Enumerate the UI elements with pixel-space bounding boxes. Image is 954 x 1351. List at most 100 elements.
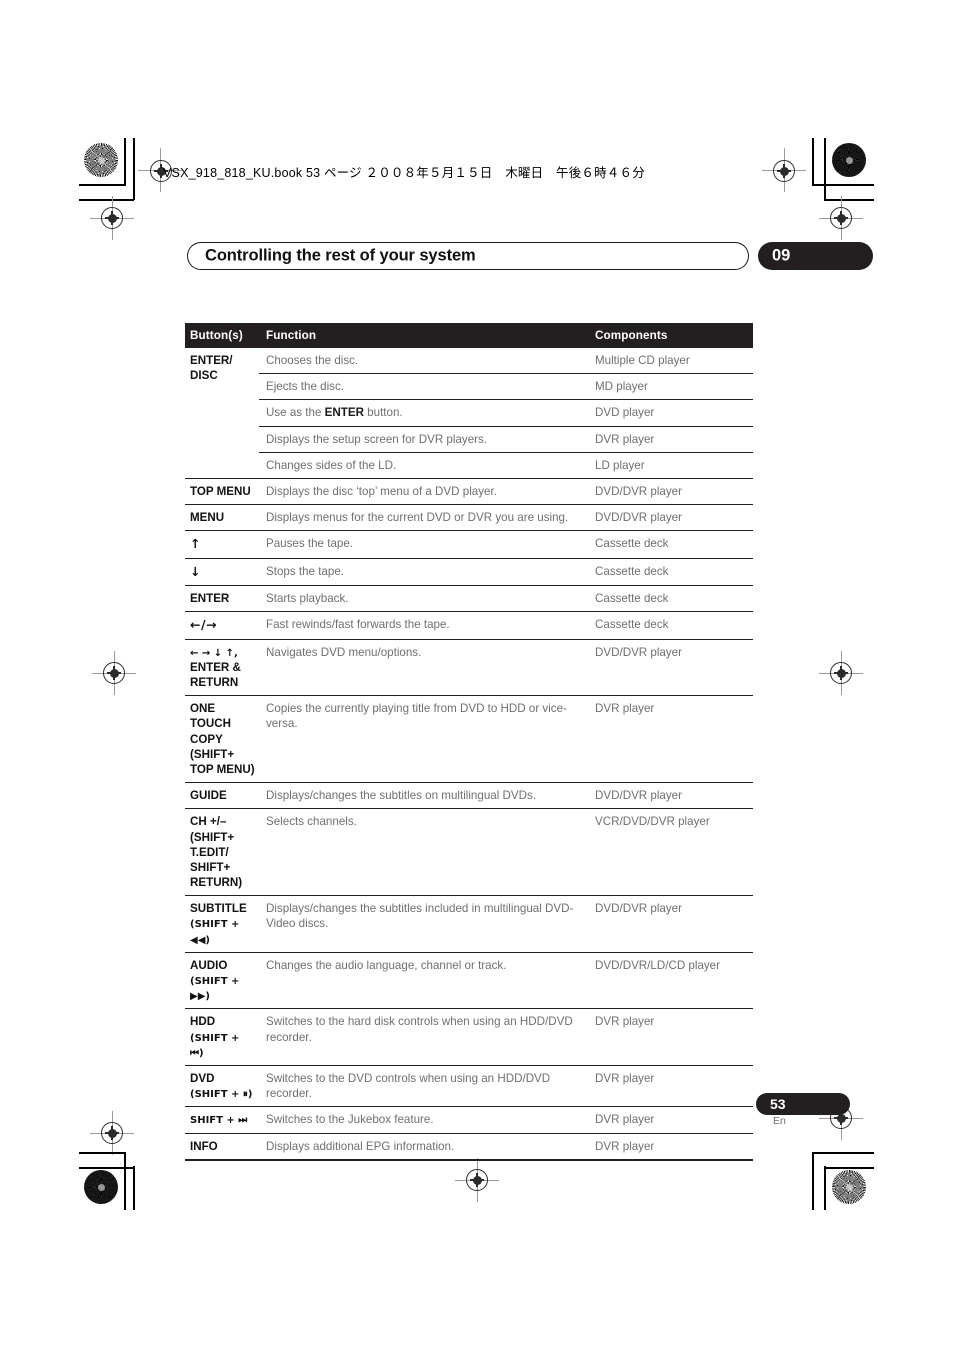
- cell-button-label: ↑: [185, 530, 259, 559]
- cell-components-text: VCR/DVD/DVR player: [589, 808, 753, 896]
- cell-button-label: GUIDE: [185, 782, 259, 809]
- trim-mark-top-right-v2: [824, 138, 826, 200]
- registration-dot: [779, 166, 789, 176]
- button-glyph: ←/→: [190, 617, 218, 633]
- inline-emphasis: ENTER: [324, 406, 364, 420]
- cell-button-label: ONE TOUCH COPY (SHIFT+ TOP MENU): [185, 695, 259, 783]
- trim-mark-top-left-v2: [133, 138, 135, 200]
- column-header-function: Function: [259, 323, 589, 348]
- trim-mark-top-left-v1: [124, 138, 126, 186]
- button-glyph: (SHIFT + ◀◀): [190, 919, 240, 946]
- cell-components-text: DVR player: [589, 695, 753, 783]
- cell-function-text: Use as the ENTER button.: [259, 399, 589, 427]
- halftone-swatch-top-right: [832, 143, 866, 177]
- trim-mark-bottom-left-h1: [79, 1152, 125, 1154]
- cell-components-text: Cassette deck: [589, 557, 753, 586]
- table-row: ←/→ Fast rewinds/fast forwards the tape. C…: [185, 611, 753, 640]
- cell-button-label: CH +/– (SHIFT+ T.EDIT/SHIFT+ RETURN): [185, 808, 259, 896]
- cell-button-label: DVD (SHIFT + ⏸): [185, 1064, 259, 1107]
- cell-function-text: Displays/changes the subtitles included …: [259, 895, 589, 953]
- cell-components-text: DVR player: [589, 1008, 753, 1066]
- cell-components-text: DVD/DVR player: [589, 504, 753, 531]
- cell-components-text: DVD/DVR/LD/CD player: [589, 951, 753, 1009]
- button-glyph: (SHIFT + ⏮): [190, 1032, 240, 1059]
- cell-components-text: DVD/DVR player: [589, 638, 753, 696]
- registration-target-left-upper: [101, 207, 123, 229]
- cell-function-text: Chooses the disc.: [266, 354, 359, 367]
- trim-mark-bottom-left-v2: [133, 1166, 135, 1210]
- cell-button-label: ↓: [185, 557, 259, 586]
- trim-mark-top-right-h2: [824, 199, 874, 201]
- table-body: ENTER/DISC Chooses the disc. Multiple CD p…: [185, 348, 753, 1159]
- button-glyph: (SHIFT + ▶▶): [190, 976, 240, 1003]
- table-row: CH +/– (SHIFT+ T.EDIT/SHIFT+ RETURN) Selects…: [185, 808, 753, 896]
- cell-button-label: INFO: [185, 1132, 259, 1159]
- table-row: MENU Displays menus for the current DVD o…: [185, 504, 753, 531]
- cell-button-label: MENU: [185, 504, 259, 531]
- cell-function-text: Switches to the hard disk controls when …: [259, 1008, 589, 1066]
- cell-function-text: Switches to the DVD controls when using …: [259, 1064, 589, 1107]
- cell-components-text: Cassette deck: [589, 530, 753, 559]
- cell-function-text: Displays the setup screen for DVR player…: [259, 425, 589, 453]
- table-row: SUBTITLE (SHIFT + ◀◀) Displays/changes the…: [185, 895, 753, 953]
- registration-target-right-upper: [830, 207, 852, 229]
- trim-mark-bottom-right-h1: [812, 1152, 874, 1154]
- registration-target-left-lower: [101, 1122, 123, 1144]
- cell-function-text: Displays menus for the current DVD or DV…: [259, 504, 589, 531]
- trim-mark-top-left-h2: [79, 199, 134, 201]
- button-function-table: Button(s) Function Components ENTER/DISC…: [185, 323, 753, 1159]
- registration-dot: [836, 668, 846, 678]
- page-title: Controlling the rest of your system: [205, 246, 476, 265]
- halftone-swatch-top-left: [84, 143, 118, 177]
- print-file-stamp: VSX_918_818_KU.book 53 ページ ２００８年５月１５日 木曜…: [163, 166, 645, 180]
- cell-components-text: DVD/DVR player: [589, 477, 753, 505]
- trim-mark-top-left-h1: [79, 184, 125, 186]
- cell-function-text: Copies the currently playing title from …: [259, 695, 589, 783]
- cell-function-text: Switches to the Jukebox feature.: [259, 1106, 589, 1133]
- table-row: Ejects the disc. MD player: [185, 373, 753, 400]
- cell-button-label: SUBTITLE (SHIFT + ◀◀): [185, 895, 259, 953]
- table-row: ENTER/DISC Chooses the disc. Multiple CD p…: [185, 348, 753, 382]
- cell-function-text: Starts playback.: [259, 585, 589, 612]
- table-bottom-rule: [185, 1158, 753, 1161]
- cell-function-text: Ejects the disc.: [259, 373, 589, 400]
- trim-mark-top-right-h1: [812, 184, 874, 186]
- cell-components-text: DVR player: [589, 1132, 753, 1159]
- cell-function-text: Displays the disc ‘top’ menu of a DVD pl…: [259, 477, 589, 505]
- column-header-buttons: Button(s): [185, 323, 259, 348]
- cell-function-text: Pauses the tape.: [259, 530, 589, 559]
- registration-target-top-right: [773, 160, 795, 182]
- page-language-code: En: [773, 1115, 786, 1127]
- button-glyph: ↑: [190, 536, 201, 552]
- trim-mark-bottom-left-h2: [79, 1167, 134, 1169]
- cell-components-text: LD player: [589, 451, 753, 479]
- table-header: Button(s) Function Components: [185, 323, 753, 348]
- trim-mark-bottom-left-v1: [124, 1152, 126, 1210]
- registration-target-mid-left: [103, 662, 125, 684]
- table-row: DVD (SHIFT + ⏸) Switches to the DVD contro…: [185, 1064, 753, 1107]
- table-row: Displays the setup screen for DVR player…: [185, 425, 753, 453]
- cell-components-text: Multiple CD player: [595, 354, 690, 367]
- registration-target-bottom-center: [466, 1169, 488, 1191]
- cell-button-label: TOP MENU: [185, 477, 259, 505]
- running-header-band: Controlling the rest of your system: [187, 242, 749, 270]
- cell-components-text: DVD/DVR player: [589, 782, 753, 809]
- registration-dot: [107, 213, 117, 223]
- table-row: ↓ Stops the tape. Cassette deck: [185, 557, 753, 586]
- button-glyph: ↓: [190, 563, 201, 579]
- trim-mark-bottom-right-v1: [812, 1152, 814, 1210]
- cell-function-text: Navigates DVD menu/options.: [259, 638, 589, 696]
- table-row: TOP MENU Displays the disc ‘top’ menu of …: [185, 477, 753, 505]
- cell-components-text: MD player: [589, 373, 753, 400]
- table-row: INFO Displays additional EPG information.…: [185, 1132, 753, 1159]
- halftone-swatch-bottom-left: [84, 1170, 118, 1204]
- table-header-row: Button(s) Function Components: [185, 323, 753, 348]
- chapter-badge: 09: [758, 242, 873, 270]
- trim-mark-bottom-right-v2: [824, 1166, 826, 1210]
- cell-button-label: ← → ↓ ↑, ENTER & RETURN: [185, 638, 259, 696]
- cell-button-label: ENTER: [185, 585, 259, 612]
- cell-button-label: ←/→: [185, 611, 259, 640]
- trim-mark-bottom-right-h2: [824, 1167, 874, 1169]
- button-glyph: SHIFT + ⏭: [190, 1115, 248, 1127]
- registration-target-mid-right: [830, 662, 852, 684]
